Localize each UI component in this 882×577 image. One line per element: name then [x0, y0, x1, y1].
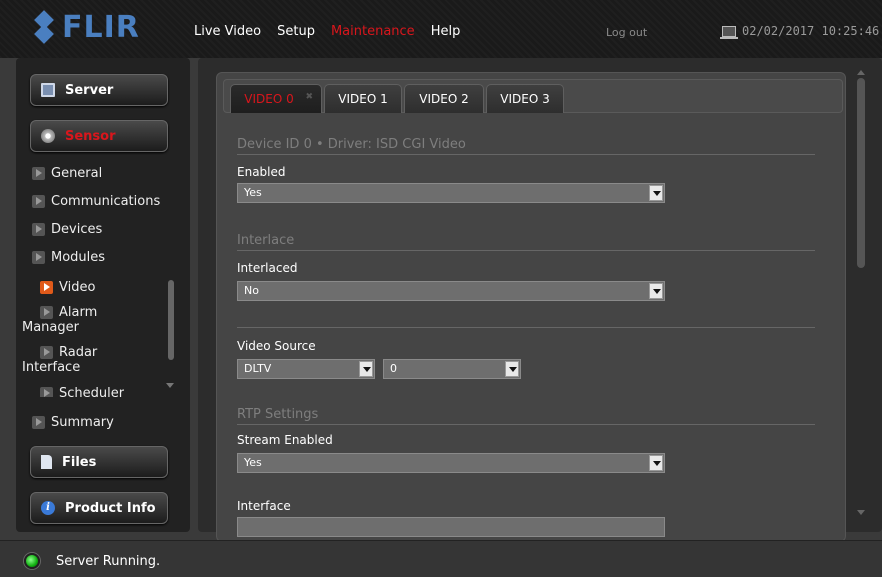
sidebar-subitem-label: Video [59, 280, 96, 295]
scroll-down-icon[interactable] [857, 510, 865, 515]
chevron-right-icon [32, 195, 45, 208]
interlaced-label: Interlaced [237, 261, 298, 275]
chevron-right-icon [32, 223, 45, 236]
device-section-header: Device ID 0 • Driver: ISD CGI Video [237, 137, 815, 155]
tab-label: VIDEO 3 [500, 92, 550, 106]
interface-label: Interface [237, 499, 291, 513]
logout-link[interactable]: Log out [606, 26, 647, 39]
sidebar-item-label: Summary [51, 415, 114, 430]
video-source-label: Video Source [237, 339, 316, 353]
enabled-select[interactable]: Yes [237, 183, 665, 203]
tab-video-1[interactable]: VIDEO 1 [324, 84, 402, 113]
video-source-index-select[interactable]: 0 [383, 359, 521, 379]
chevron-down-icon[interactable] [649, 455, 663, 471]
tab-label: VIDEO 1 [338, 92, 388, 106]
sidebar-item-label: Communications [51, 194, 161, 209]
server-icon [41, 83, 55, 97]
enabled-label: Enabled [237, 165, 286, 179]
section-divider [237, 327, 815, 328]
sensor-button[interactable]: Sensor [30, 120, 168, 152]
sidebar-item-label: Devices [51, 222, 103, 237]
video-source-select-value: DLTV [244, 362, 272, 375]
enabled-select-value: Yes [244, 186, 262, 199]
sidebar-item-general[interactable]: General [32, 166, 102, 181]
sidebar-subitem-alarm-manager[interactable]: Alarm Manager [22, 305, 132, 335]
chevron-right-icon [40, 306, 53, 319]
files-button-label: Files [62, 454, 97, 470]
sidebar-subitem-scheduler[interactable]: Scheduler [40, 386, 124, 397]
tab-video-3[interactable]: VIDEO 3 [486, 84, 564, 113]
chevron-down-icon[interactable] [359, 361, 373, 377]
sidebar-item-label: Modules [51, 250, 106, 265]
chevron-right-icon [32, 251, 45, 264]
tab-label: VIDEO 0 [244, 92, 294, 106]
sidebar-subitem-label: Scheduler [59, 386, 125, 397]
sidebar-subitem-video[interactable]: Video [40, 280, 95, 295]
info-icon: i [41, 501, 55, 515]
sidebar-item-label: General [51, 166, 103, 181]
tab-video-0[interactable]: VIDEO 0 ✖ [230, 84, 322, 113]
status-bar: Server Running. [0, 540, 882, 577]
main-content: VIDEO 0 ✖ VIDEO 1 VIDEO 2 VIDEO 3 Device… [198, 58, 882, 542]
submenu-scrollbar[interactable] [168, 280, 174, 360]
stream-enabled-label: Stream Enabled [237, 433, 333, 447]
scroll-up-icon[interactable] [857, 70, 865, 75]
header-bar: FLIR Live Video Setup Maintenance Help L… [0, 0, 882, 58]
interlaced-select-value: No [244, 284, 259, 297]
sidebar-item-modules[interactable]: Modules [32, 250, 105, 265]
logo-text: FLIR [62, 9, 140, 45]
video-source-index-value: 0 [390, 362, 397, 375]
chevron-right-icon [40, 346, 53, 359]
sidebar-item-communications[interactable]: Communications [32, 194, 160, 209]
product-info-button[interactable]: i Product Info [30, 492, 168, 524]
sidebar-item-devices[interactable]: Devices [32, 222, 102, 237]
close-icon[interactable]: ✖ [305, 92, 313, 102]
scroll-down-icon[interactable] [166, 383, 174, 388]
sidebar-subitem-radar-interface[interactable]: Radar Interface [22, 345, 132, 375]
sidebar: Server Sensor General Communications Dev… [16, 58, 190, 532]
interlaced-select[interactable]: No [237, 281, 665, 301]
chevron-right-icon [32, 416, 45, 429]
files-button[interactable]: Files [30, 446, 168, 478]
rtp-section-header: RTP Settings [237, 407, 815, 425]
main-scrollbar[interactable] [857, 70, 865, 515]
flir-logo: FLIR [30, 9, 140, 45]
chevron-down-icon[interactable] [505, 361, 519, 377]
nav-help[interactable]: Help [431, 24, 461, 39]
interlace-section-header: Interlace [237, 233, 815, 251]
status-text: Server Running. [56, 554, 161, 569]
nav-maintenance[interactable]: Maintenance [331, 24, 415, 39]
laptop-icon [720, 25, 738, 39]
video-tab-bar: VIDEO 0 ✖ VIDEO 1 VIDEO 2 VIDEO 3 [223, 79, 843, 113]
file-icon [41, 455, 52, 469]
sidebar-subitem-label: Radar Interface [22, 345, 98, 375]
chevron-right-icon [40, 387, 53, 397]
nav-live-video[interactable]: Live Video [194, 24, 261, 39]
product-info-button-label: Product Info [65, 500, 156, 516]
server-button-label: Server [65, 82, 114, 98]
tab-video-2[interactable]: VIDEO 2 [404, 84, 484, 113]
chevron-down-icon[interactable] [649, 283, 663, 299]
video-settings-panel: VIDEO 0 ✖ VIDEO 1 VIDEO 2 VIDEO 3 Device… [216, 72, 846, 542]
sensor-camera-icon [41, 129, 55, 143]
tab-label: VIDEO 2 [419, 92, 469, 106]
chevron-right-active-icon [40, 281, 53, 294]
datetime-display: 02/02/2017 10:25:46 am [720, 24, 882, 39]
status-led-icon [24, 553, 40, 569]
server-button[interactable]: Server [30, 74, 168, 106]
chevron-right-icon [32, 167, 45, 180]
sidebar-item-summary[interactable]: Summary [32, 415, 114, 430]
chevron-down-icon[interactable] [649, 185, 663, 201]
interface-select[interactable] [237, 517, 665, 537]
datetime-text: 02/02/2017 10:25:46 am [742, 24, 882, 38]
stream-enabled-select-value: Yes [244, 456, 262, 469]
stream-enabled-select[interactable]: Yes [237, 453, 665, 473]
sensor-button-label: Sensor [65, 128, 116, 144]
top-nav: Live Video Setup Maintenance Help [194, 24, 476, 39]
nav-setup[interactable]: Setup [277, 24, 315, 39]
flir-logo-icon [30, 10, 58, 44]
scrollbar-thumb[interactable] [857, 78, 865, 268]
video-source-select[interactable]: DLTV [237, 359, 375, 379]
sidebar-subitem-label: Alarm Manager [22, 305, 98, 335]
